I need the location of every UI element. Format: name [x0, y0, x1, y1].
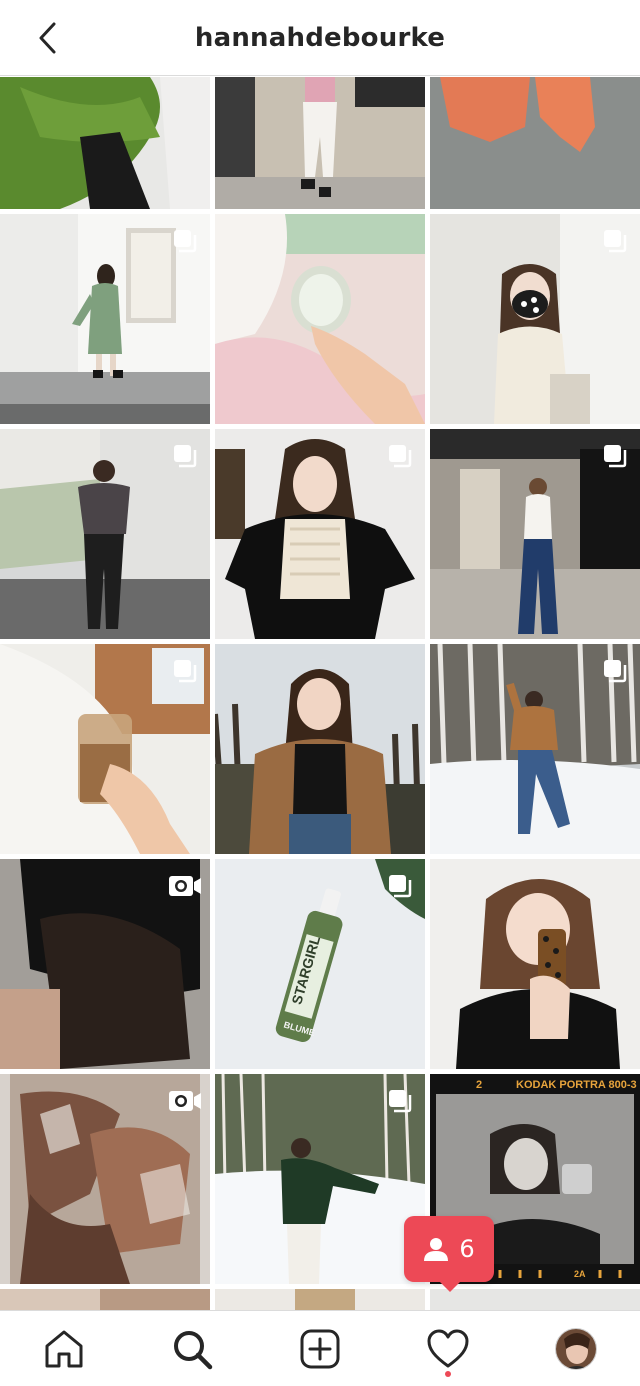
film-frame-mark: 2A — [574, 1269, 586, 1279]
post-tile[interactable] — [215, 1289, 425, 1310]
post-tile[interactable] — [0, 644, 210, 854]
post-image — [215, 1289, 425, 1310]
post-tile[interactable] — [430, 214, 640, 424]
post-image — [430, 1289, 640, 1310]
film-brand-text: KODAK PORTRA 800-3 — [516, 1079, 637, 1091]
activity-dot — [445, 1371, 451, 1377]
post-tile[interactable] — [430, 644, 640, 854]
post-tile[interactable] — [0, 1289, 210, 1310]
post-image — [215, 77, 425, 209]
follower-count: 6 — [459, 1235, 475, 1263]
chevron-left-icon — [39, 22, 56, 54]
video-icon — [169, 876, 201, 896]
person-icon — [424, 1238, 449, 1261]
post-tile[interactable] — [0, 1074, 210, 1284]
post-tile[interactable] — [430, 1289, 640, 1310]
post-tile[interactable] — [215, 214, 425, 424]
video-icon — [169, 1091, 201, 1111]
post-tile[interactable] — [0, 859, 210, 1069]
profile-avatar — [555, 1328, 597, 1370]
tab-new-post[interactable] — [296, 1325, 344, 1373]
posts-grid: STARGIRL BLUME 2 KODAK PORTRA 800-3 2A — [0, 77, 640, 1310]
post-tile[interactable] — [215, 1074, 425, 1284]
post-tile[interactable]: STARGIRL BLUME — [215, 859, 425, 1069]
tab-home[interactable] — [40, 1325, 88, 1373]
post-image — [0, 77, 210, 209]
post-image — [0, 1289, 210, 1310]
carousel-icon — [174, 445, 197, 468]
film-frame-number: 2 — [476, 1079, 482, 1091]
carousel-icon — [174, 230, 197, 253]
new-post-icon — [300, 1329, 340, 1369]
top-bar: hannahdebourke — [0, 0, 640, 76]
post-tile[interactable] — [215, 77, 425, 209]
back-button[interactable] — [28, 18, 68, 58]
carousel-icon — [174, 660, 197, 683]
post-image — [215, 644, 425, 854]
bottom-tab-bar — [0, 1310, 640, 1386]
post-tile[interactable] — [430, 429, 640, 639]
post-tile[interactable] — [0, 77, 210, 209]
carousel-icon — [604, 445, 627, 468]
post-image — [430, 77, 640, 209]
tab-profile[interactable] — [552, 1325, 600, 1373]
post-image — [215, 214, 425, 424]
post-tile[interactable] — [215, 644, 425, 854]
tab-activity[interactable] — [424, 1325, 472, 1377]
heart-icon — [427, 1329, 469, 1368]
new-followers-notification[interactable]: 6 — [404, 1216, 494, 1292]
tab-search[interactable] — [168, 1325, 216, 1373]
post-tile[interactable] — [430, 77, 640, 209]
carousel-icon — [389, 445, 412, 468]
search-icon — [174, 1331, 213, 1370]
post-tile[interactable] — [430, 859, 640, 1069]
post-tile[interactable] — [0, 429, 210, 639]
post-tile[interactable] — [0, 214, 210, 424]
profile-username: hannahdebourke — [194, 22, 446, 53]
carousel-icon — [389, 1090, 412, 1113]
post-image — [430, 859, 640, 1069]
carousel-icon — [604, 230, 627, 253]
post-tile[interactable] — [215, 429, 425, 639]
carousel-icon — [604, 660, 627, 683]
home-icon — [45, 1330, 83, 1368]
carousel-icon — [389, 875, 412, 898]
